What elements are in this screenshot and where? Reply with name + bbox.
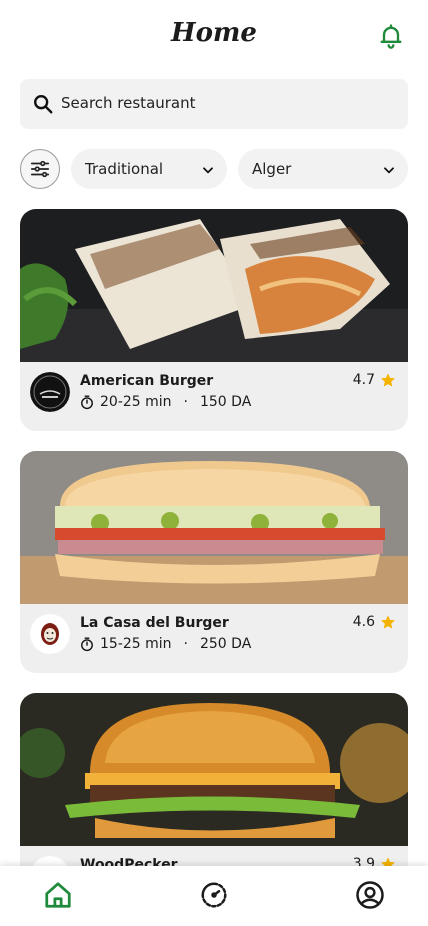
rating-value: 4.6 — [352, 614, 375, 630]
timer-icon — [81, 395, 93, 410]
shawarma-wrap-photo — [20, 209, 408, 362]
sliders-icon — [30, 160, 50, 178]
delivery-price: 150 DA — [199, 394, 252, 410]
orders-icon[interactable] — [199, 880, 229, 910]
separator-dot: · — [183, 394, 188, 410]
chevron-down-icon — [203, 167, 213, 174]
category-select[interactable]: Traditional — [71, 149, 227, 189]
city-select[interactable]: Alger — [238, 149, 408, 189]
restaurant-meta: 20-25 min · 150 DA — [80, 394, 251, 410]
filter-button[interactable] — [20, 149, 60, 189]
delivery-price: 250 DA — [199, 636, 252, 652]
delivery-time: 15-25 min — [100, 636, 172, 652]
home-icon[interactable] — [43, 880, 73, 910]
restaurant-name: American Burger — [80, 373, 214, 389]
rating: 4.7 — [353, 372, 396, 388]
rating: 4.6 — [353, 614, 396, 630]
sub-sandwich-photo — [20, 451, 408, 604]
restaurant-name: La Casa del Burger — [80, 615, 229, 631]
bell-icon[interactable] — [377, 22, 405, 50]
header: Home — [0, 0, 428, 70]
city-select-value: Alger — [252, 160, 292, 178]
bottom-tab-bar — [0, 866, 428, 926]
profile-icon[interactable] — [355, 880, 385, 910]
rating-value: 4.7 — [352, 372, 375, 388]
star-icon — [381, 615, 395, 629]
burger-photo — [20, 693, 408, 846]
category-select-value: Traditional — [85, 160, 164, 178]
restaurant-card[interactable]: American Burger 20-25 min · 150 DA 4.7 — [20, 209, 408, 431]
search-icon — [32, 93, 54, 115]
search-input[interactable]: Search restaurant — [61, 94, 196, 112]
restaurant-meta: 15-25 min · 250 DA — [80, 636, 251, 652]
chevron-down-icon — [384, 167, 394, 174]
separator-dot: · — [183, 636, 188, 652]
page-title: Home — [171, 18, 257, 48]
delivery-time: 20-25 min — [100, 394, 172, 410]
restaurant-logo — [30, 614, 70, 654]
star-icon — [381, 373, 395, 387]
search-bar[interactable]: Search restaurant — [20, 79, 408, 129]
timer-icon — [81, 637, 93, 652]
restaurant-logo — [30, 372, 70, 412]
restaurant-card[interactable]: La Casa del Burger 15-25 min · 250 DA 4.… — [20, 451, 408, 673]
